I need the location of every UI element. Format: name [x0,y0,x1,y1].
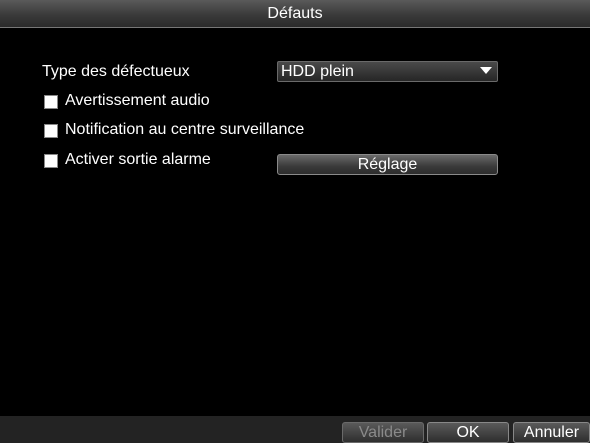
dialog-content: Type des défectueux HDD plein Avertissem… [0,28,590,416]
audio-warning-label: Avertissement audio [65,92,210,109]
dialog-title: Défauts [0,0,590,28]
alarm-output-label: Activer sortie alarme [65,151,211,168]
center-notification-checkbox[interactable] [44,124,58,138]
cancel-button[interactable]: Annuler [513,422,590,443]
fault-type-label: Type des défectueux [42,63,190,80]
center-notification-label: Notification au centre surveillance [65,121,305,138]
apply-button[interactable]: Valider [342,422,424,443]
alarm-output-checkbox[interactable] [44,154,58,168]
chevron-down-icon [480,67,492,74]
ok-button[interactable]: OK [427,422,509,443]
setup-button[interactable]: Réglage [277,154,498,175]
fault-type-select[interactable]: HDD plein [277,61,498,82]
dialog-footer: Valider OK Annuler [0,416,590,443]
fault-type-value: HDD plein [281,63,354,80]
audio-warning-checkbox[interactable] [44,95,58,109]
defaults-dialog: Défauts Type des défectueux HDD plein Av… [0,0,590,443]
